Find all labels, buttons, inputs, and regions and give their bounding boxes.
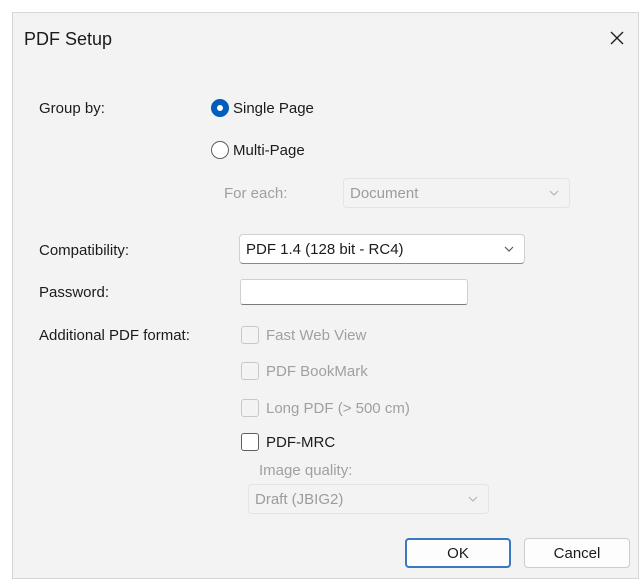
password-input[interactable] — [240, 279, 468, 305]
radio-single-page-label: Single Page — [233, 99, 314, 117]
for-each-value: Document — [350, 184, 419, 202]
radio-single-page[interactable]: Single Page — [211, 99, 314, 117]
additional-format-label: Additional PDF format: — [39, 327, 190, 344]
chevron-down-icon — [504, 246, 514, 252]
for-each-label: For each: — [224, 185, 288, 202]
ok-button[interactable]: OK — [405, 538, 511, 568]
pdf-setup-dialog: PDF Setup Group by: Single Page Multi-Pa… — [12, 12, 639, 579]
compatibility-label: Compatibility: — [39, 242, 130, 259]
checkbox-long-pdf: Long PDF (> 500 cm) — [241, 399, 410, 417]
chevron-down-icon — [549, 190, 559, 196]
radio-button-unselected[interactable] — [211, 141, 229, 159]
checkbox-pdf-bookmark: PDF BookMark — [241, 362, 368, 380]
for-each-select: Document — [343, 178, 570, 208]
radio-multi-page[interactable]: Multi-Page — [211, 141, 305, 159]
image-quality-value: Draft (JBIG2) — [255, 490, 344, 508]
compatibility-select[interactable]: PDF 1.4 (128 bit - RC4) — [239, 234, 525, 264]
close-icon — [610, 31, 624, 45]
radio-button-selected[interactable] — [211, 99, 229, 117]
long-pdf-label: Long PDF (> 500 cm) — [266, 399, 410, 417]
title-bar: PDF Setup — [13, 13, 638, 65]
radio-multi-page-label: Multi-Page — [233, 141, 305, 159]
compatibility-value: PDF 1.4 (128 bit - RC4) — [246, 240, 404, 258]
cancel-button[interactable]: Cancel — [524, 538, 630, 568]
dialog-title: PDF Setup — [24, 29, 113, 49]
checkbox — [241, 326, 259, 344]
group-by-label: Group by: — [39, 100, 105, 117]
pdf-mrc-label: PDF-MRC — [266, 433, 336, 451]
close-button[interactable] — [600, 21, 634, 55]
checkbox-fast-web-view: Fast Web View — [241, 326, 366, 344]
chevron-down-icon — [468, 496, 478, 502]
checkbox — [241, 399, 259, 417]
image-quality-label: Image quality: — [259, 462, 353, 479]
fast-web-view-label: Fast Web View — [266, 326, 367, 344]
pdf-bookmark-label: PDF BookMark — [266, 362, 368, 380]
checkbox — [241, 362, 259, 380]
checkbox[interactable] — [241, 433, 259, 451]
password-label: Password: — [39, 284, 110, 301]
image-quality-select: Draft (JBIG2) — [248, 484, 489, 514]
checkbox-pdf-mrc[interactable]: PDF-MRC — [241, 433, 335, 451]
